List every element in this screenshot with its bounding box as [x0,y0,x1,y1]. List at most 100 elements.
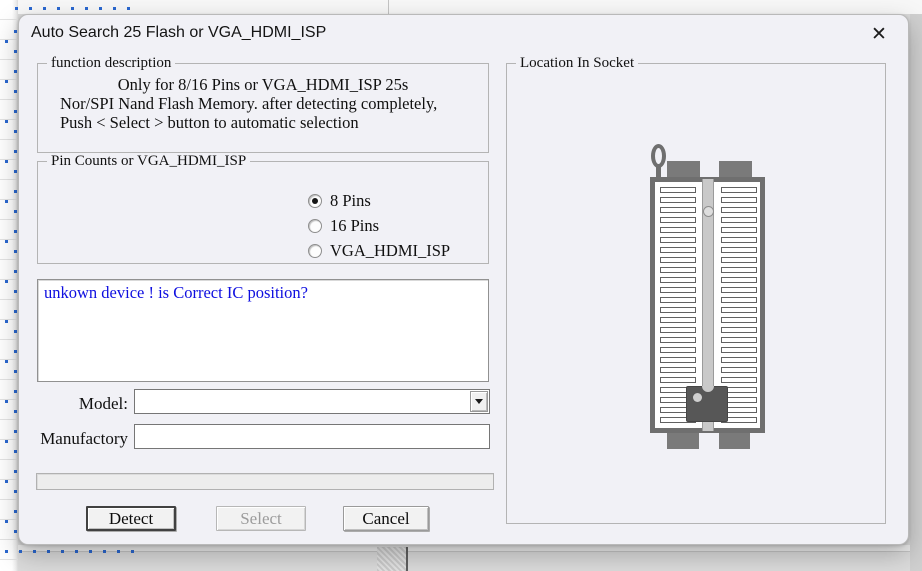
radio-button-icon [308,244,322,258]
dialog-titlebar: Auto Search 25 Flash or VGA_HDMI_ISP ✕ [19,15,908,59]
backdrop-right-strip [910,14,922,571]
socket-pin-slot [721,237,757,243]
backdrop-dot [14,30,17,33]
backdrop-dot [14,430,17,433]
socket-pin-slot [660,197,696,203]
function-description-line: Nor/SPI Nand Flash Memory. after detecti… [38,94,488,113]
socket-pin-slot [660,327,696,333]
socket-channel-screw [703,206,714,217]
manufactory-input[interactable] [134,424,490,449]
socket-pin-slot [660,187,696,193]
backdrop-dot [5,160,8,163]
socket-pin-slot [660,287,696,293]
backdrop-horizontal-line [16,551,922,552]
detect-button[interactable]: Detect [86,506,176,531]
socket-pin-slot [721,247,757,253]
backdrop-dot [71,7,74,10]
socket-pin-slot [721,217,757,223]
backdrop-left-strip [0,0,18,571]
backdrop-top-strip [0,0,922,14]
socket-pin-slot [721,187,757,193]
backdrop-dot [14,230,17,233]
socket-pin-slot [721,377,757,383]
backdrop-vertical-line-bottom [406,547,408,571]
socket-pin-slot [721,307,757,313]
socket-pin-slot [660,207,696,213]
pin-counts-group-label: Pin Counts or VGA_HDMI_ISP [47,153,250,170]
cancel-button[interactable]: Cancel [343,506,429,531]
backdrop-dot [5,480,8,483]
socket-pin-slot [660,317,696,323]
radio-label: VGA_HDMI_ISP [330,241,450,261]
backdrop-dot [14,190,17,193]
socket-top-right-tab [719,161,752,178]
socket-pin-slot [721,227,757,233]
zif-socket-illustration [507,64,885,523]
backdrop-dot [14,310,17,313]
socket-pin-slot [660,367,696,373]
backdrop-dot [127,7,130,10]
radio-16-pins[interactable]: 16 Pins [308,213,450,238]
backdrop-dot [14,490,17,493]
function-description-line: Only for 8/16 Pins or VGA_HDMI_ISP 25s [38,75,488,94]
backdrop-dot [14,250,17,253]
backdrop-dot [14,470,17,473]
backdrop-vertical-line-top [388,0,389,14]
socket-pin-slot [660,257,696,263]
ic-chip [686,386,728,422]
close-icon[interactable]: ✕ [866,21,892,47]
backdrop-dot [14,290,17,293]
backdrop-dot [5,550,8,553]
socket-pin-slot [721,287,757,293]
socket-pin-slot [721,357,757,363]
socket-pin-slot [721,337,757,343]
radio-button-icon [308,194,322,208]
backdrop-dot [5,200,8,203]
backdrop-dot [14,130,17,133]
backdrop-dot [14,90,17,93]
backdrop-dot [14,510,17,513]
ic-pin1-dot-icon [693,393,702,402]
socket-pin-slot [660,237,696,243]
screen: Auto Search 25 Flash or VGA_HDMI_ISP ✕ f… [0,0,922,571]
backdrop-dot [19,550,22,553]
message-text: unkown device ! is Correct IC position? [44,283,308,302]
backdrop-dot [14,370,17,373]
socket-pin-slot [660,337,696,343]
backdrop-dot [33,550,36,553]
socket-pin-slot [721,207,757,213]
pin-counts-radio-group: 8 Pins 16 Pins VGA_HDMI_ISP [308,188,450,263]
function-description-line: Push < Select > button to automatic sele… [38,113,488,132]
socket-pin-slot [660,217,696,223]
model-combobox[interactable] [134,389,490,414]
model-dropdown-button[interactable] [470,391,488,412]
backdrop-dot [117,550,120,553]
select-button[interactable]: Select [216,506,306,531]
backdrop-dot [5,320,8,323]
backdrop-dot [5,240,8,243]
location-in-socket-group: Location In Socket [506,63,886,524]
status-message-box: unkown device ! is Correct IC position? [37,279,489,382]
backdrop-dot [85,7,88,10]
backdrop-dot [75,550,78,553]
backdrop-dot [47,550,50,553]
radio-label: 8 Pins [330,191,371,211]
detect-progress-bar [36,473,494,490]
socket-pin-slot [721,277,757,283]
radio-8-pins[interactable]: 8 Pins [308,188,450,213]
socket-pin-slot [660,347,696,353]
socket-bottom-right-tab [719,433,750,449]
backdrop-dot [131,550,134,553]
function-description-group: function description Only for 8/16 Pins … [37,63,489,153]
socket-pin-slot [660,277,696,283]
backdrop-dot [113,7,116,10]
dialog-title: Auto Search 25 Flash or VGA_HDMI_ISP [31,24,326,42]
backdrop-dot [5,400,8,403]
radio-vga-hdmi-isp[interactable]: VGA_HDMI_ISP [308,238,450,263]
backdrop-dot [5,40,8,43]
backdrop-dot [14,530,17,533]
socket-top-left-tab [667,161,700,178]
socket-pin-slot [660,377,696,383]
backdrop-dot [14,390,17,393]
backdrop-hatch-texture [377,547,406,571]
